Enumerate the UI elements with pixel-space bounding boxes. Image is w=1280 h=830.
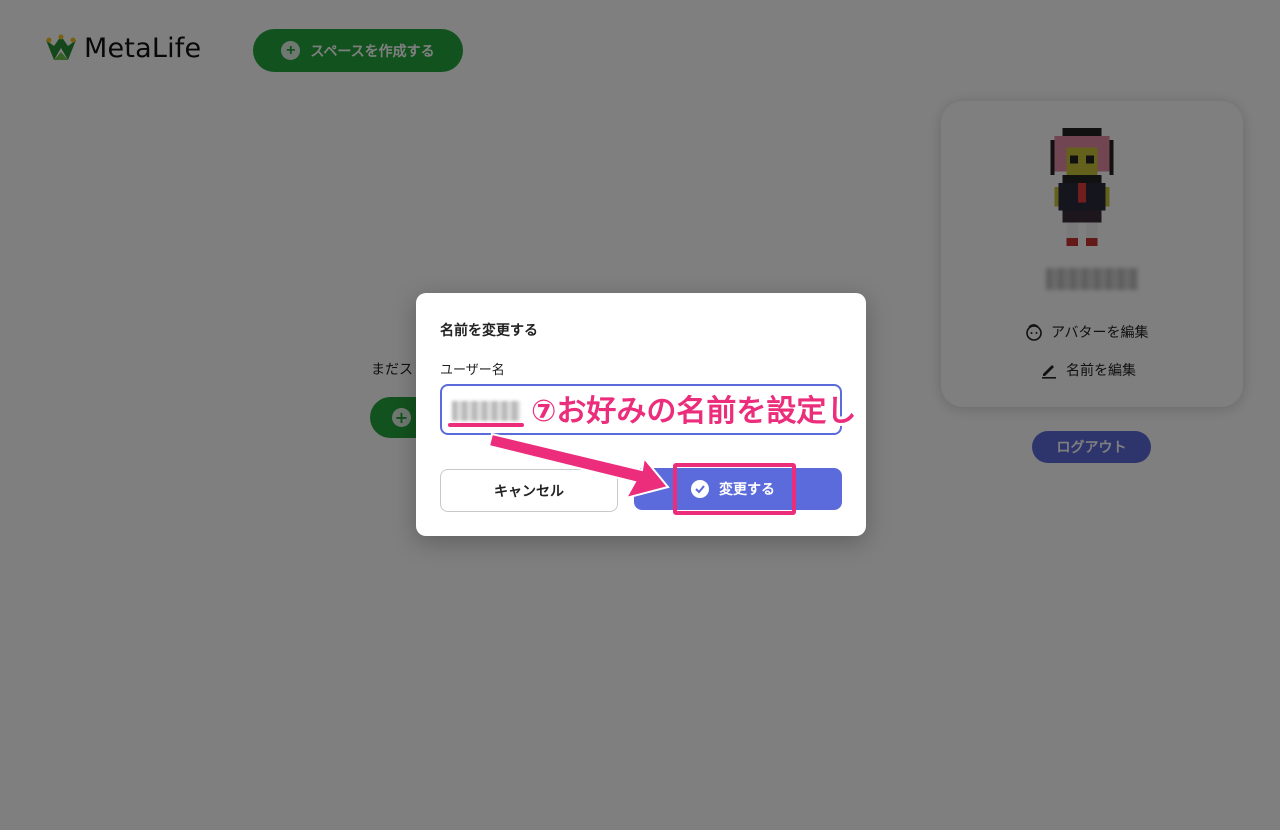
annotation-underline [448,423,524,427]
dialog-title: 名前を変更する [440,323,538,339]
annotation-highlight-box [673,463,796,515]
username-label: ユーザー名 [440,363,505,378]
cancel-button[interactable]: キャンセル [440,469,618,512]
username-value-blurred [452,401,520,421]
annotation-text: ⑦お好みの名前を設定し [531,394,857,429]
